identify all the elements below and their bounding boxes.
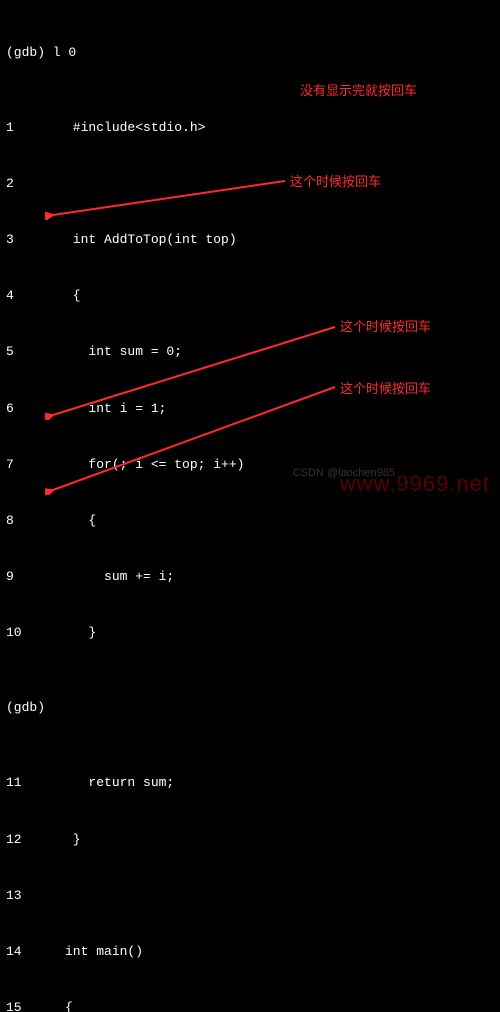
line-code: int sum = 0; (26, 343, 182, 362)
line-code: } (26, 624, 96, 643)
line-code: { (26, 287, 81, 306)
line-number: 15 (6, 999, 26, 1012)
src-line: 5 int sum = 0; (6, 343, 494, 362)
line-code: int AddToTop(int top) (26, 231, 237, 250)
line-number: 13 (6, 887, 26, 906)
line-number: 12 (6, 831, 26, 850)
src-line: 3 int AddToTop(int top) (6, 231, 494, 250)
line-code: return sum; (26, 774, 174, 793)
src-line: 12 } (6, 831, 494, 850)
src-line: 13 (6, 887, 494, 906)
line-code: { (26, 512, 96, 531)
annotation-3: 这个时候按回车 (340, 318, 431, 337)
src-line: 14 int main() (6, 943, 494, 962)
line-code: for(; i <= top; i++) (26, 456, 244, 475)
src-line: 8 { (6, 512, 494, 531)
line-code: int i = 1; (26, 400, 166, 419)
annotation-1: 没有显示完就按回车 (300, 82, 417, 101)
annotation-4: 这个时候按回车 (340, 380, 431, 399)
gdb-prompt-cmd: (gdb) l 0 (6, 44, 76, 63)
src-line: 11 return sum; (6, 774, 494, 793)
line-number: 10 (6, 624, 26, 643)
watermark-9969: www.9969.net (340, 468, 490, 500)
line-code: #include<stdio.h> (26, 119, 205, 138)
line-code: int main() (26, 943, 143, 962)
src-line: 10 } (6, 624, 494, 643)
line-number: 14 (6, 943, 26, 962)
src-line: 2 (6, 175, 494, 194)
src-line: 4 { (6, 287, 494, 306)
gdb-prompt: (gdb) (6, 699, 45, 718)
gdb-command-line: (gdb) l 0 (6, 44, 494, 63)
line-number: 1 (6, 119, 26, 138)
line-code: sum += i; (26, 568, 174, 587)
line-code: { (26, 999, 73, 1012)
annotation-2: 这个时候按回车 (290, 173, 381, 192)
src-line: 1 #include<stdio.h> (6, 119, 494, 138)
line-number: 2 (6, 175, 26, 194)
line-number: 6 (6, 400, 26, 419)
src-line: 9 sum += i; (6, 568, 494, 587)
terminal[interactable]: (gdb) l 0 1 #include<stdio.h> 2 3 int Ad… (6, 6, 494, 1012)
line-number: 9 (6, 568, 26, 587)
line-number: 5 (6, 343, 26, 362)
line-number: 8 (6, 512, 26, 531)
line-code: } (26, 831, 81, 850)
line-number: 3 (6, 231, 26, 250)
src-line: 15 { (6, 999, 494, 1012)
line-number: 11 (6, 774, 26, 793)
src-line: 6 int i = 1; (6, 400, 494, 419)
gdb-prompt-line: (gdb) (6, 699, 494, 718)
line-number: 7 (6, 456, 26, 475)
line-number: 4 (6, 287, 26, 306)
